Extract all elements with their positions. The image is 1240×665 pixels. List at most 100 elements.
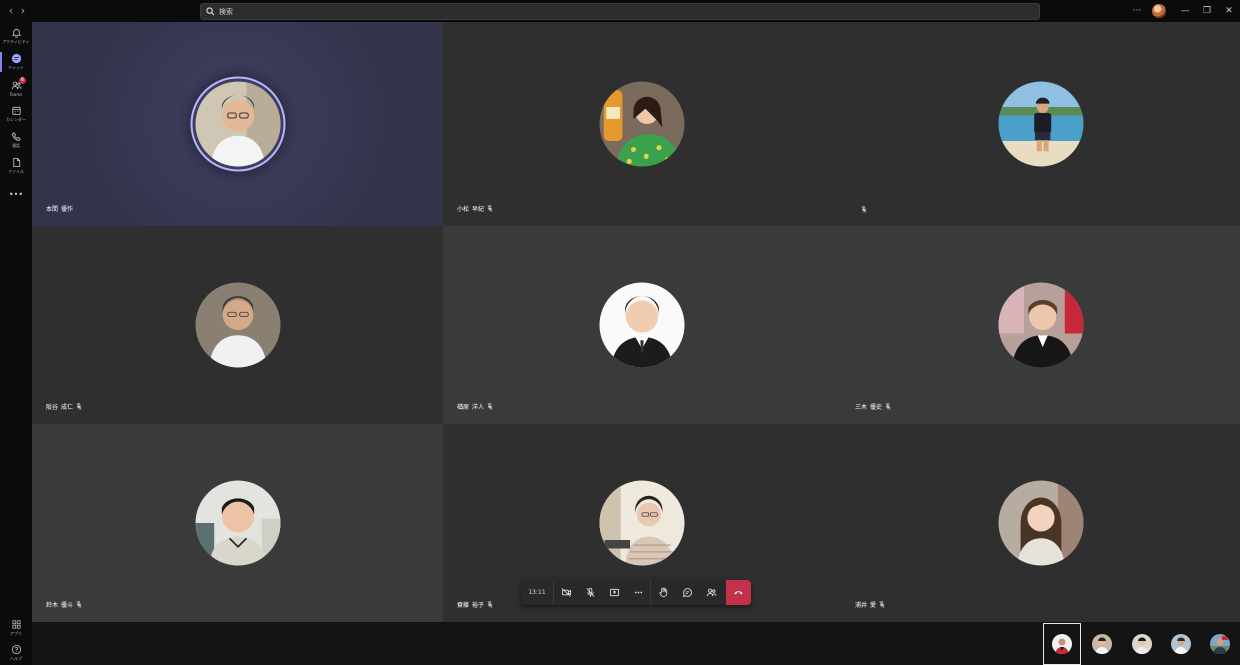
participant-name: 本間 優作 — [46, 206, 74, 213]
mic-off-icon — [487, 601, 493, 608]
participant-avatar — [998, 81, 1083, 167]
help-icon — [11, 644, 21, 655]
participant-thumbnail[interactable] — [1201, 623, 1239, 665]
mic-off-button[interactable] — [578, 580, 602, 605]
video-grid: 本間 優作 小松 早紀 阪谷 成仁 楢原 洋人 三木 優史 鈴木 優斗 齋藤 裕… — [32, 22, 1240, 622]
rail-label: アクティビティ — [2, 39, 30, 44]
participant-name: 小松 早紀 — [457, 204, 493, 213]
video-tile[interactable]: 楢原 洋人 — [443, 226, 841, 424]
video-tile[interactable] — [841, 22, 1240, 226]
participant-avatar — [998, 282, 1083, 368]
calendar-icon — [11, 106, 21, 116]
mic-off-icon — [586, 587, 594, 597]
mic-off-icon — [879, 601, 885, 608]
participant-name: 齋藤 裕子 — [457, 600, 493, 609]
meeting-chat-button[interactable] — [675, 580, 699, 605]
participant-name: 楢原 洋人 — [457, 402, 493, 411]
rail-label: ヘルプ — [10, 656, 22, 661]
rail-item-apps[interactable]: アプリ — [0, 616, 32, 640]
thumbnail-avatar — [1092, 634, 1112, 654]
camera-off-icon — [561, 588, 571, 597]
search-icon — [206, 7, 215, 16]
camera-off-button[interactable] — [554, 580, 578, 605]
participant-thumbnail[interactable] — [1123, 623, 1161, 665]
close-icon[interactable]: ✕ — [1218, 0, 1240, 22]
profile-avatar[interactable] — [1152, 4, 1166, 18]
rail-label: Teams — [9, 91, 23, 97]
more-options-icon[interactable]: ··· — [1126, 0, 1148, 22]
call-duration: 13:11 — [528, 589, 546, 596]
participant-name — [855, 206, 867, 213]
mic-off-icon — [487, 205, 493, 212]
participant-thumbnail[interactable] — [1043, 623, 1081, 665]
rail-item-files[interactable]: ファイル — [0, 154, 32, 178]
participant-avatar — [599, 282, 685, 368]
rail-item-calls[interactable]: 通話 — [0, 128, 32, 152]
participant-thumbnail[interactable] — [1162, 623, 1200, 665]
call-controls: 13:11 — [521, 580, 751, 605]
video-tile[interactable]: 三木 優史 — [841, 226, 1240, 424]
mic-off-icon — [76, 403, 82, 410]
app-rail: アクティビティ チャット Teams 6 カレンダー 通話 ファイル ••• ア… — [0, 22, 32, 665]
chat-icon — [11, 53, 21, 64]
rail-label: 通話 — [12, 143, 20, 148]
thumbnail-avatar — [1052, 634, 1072, 654]
rail-label: アプリ — [10, 631, 22, 636]
thumbnail-avatar — [1132, 634, 1152, 654]
participant-avatar — [195, 282, 280, 368]
more-apps-icon[interactable]: ••• — [0, 182, 32, 206]
mic-off-icon — [861, 206, 867, 213]
participant-avatar — [599, 480, 685, 566]
hang-up-icon — [734, 591, 743, 595]
rail-item-help[interactable]: ヘルプ — [0, 641, 32, 665]
raise-hand-icon — [658, 587, 667, 597]
video-tile[interactable]: 浦井愛 — [841, 424, 1240, 622]
participant-avatar — [195, 81, 280, 167]
participant-name: 鈴木 優斗 — [46, 600, 82, 609]
participant-name: 阪谷 成仁 — [46, 402, 82, 411]
rail-label: カレンダー — [6, 117, 26, 122]
bell-icon — [11, 28, 21, 38]
video-tile[interactable]: 小松 早紀 — [443, 22, 841, 226]
search-input[interactable] — [219, 7, 1019, 16]
video-tile[interactable]: 本間 優作 — [32, 22, 443, 226]
mic-off-icon — [76, 601, 82, 608]
share-screen-button[interactable] — [602, 580, 626, 605]
hang-up-button[interactable] — [726, 580, 751, 605]
rail-item-calendar[interactable]: カレンダー — [0, 102, 32, 126]
more-icon — [634, 591, 642, 594]
file-icon — [12, 157, 20, 168]
participant-name: 浦井愛 — [855, 600, 885, 609]
thumbnail-avatar — [1171, 634, 1191, 654]
chat-bubble-icon — [682, 588, 692, 597]
people-icon — [706, 588, 716, 597]
video-tile[interactable]: 阪谷 成仁 — [32, 226, 443, 424]
notification-badge: 6 — [19, 77, 26, 84]
video-tile[interactable]: 鈴木 優斗 — [32, 424, 443, 622]
participant-thumbnail[interactable] — [1083, 623, 1121, 665]
apps-icon — [11, 620, 21, 629]
participant-avatar — [998, 480, 1083, 566]
share-screen-icon — [609, 588, 619, 597]
thumbnail-avatar — [1210, 634, 1230, 654]
raise-hand-button[interactable] — [651, 580, 675, 605]
restore-icon[interactable]: ❐ — [1196, 0, 1218, 22]
participant-avatar — [599, 81, 685, 167]
search-box[interactable] — [200, 3, 1040, 20]
rail-item-activity[interactable]: アクティビティ — [0, 24, 32, 48]
rail-item-teams[interactable]: Teams 6 — [0, 76, 32, 100]
rail-label: ファイル — [8, 169, 24, 174]
minimize-icon[interactable]: — — [1174, 0, 1196, 22]
rail-item-chat[interactable]: チャット — [0, 50, 32, 74]
participants-button[interactable] — [699, 580, 723, 605]
mic-off-icon — [487, 403, 493, 410]
more-actions-button[interactable] — [626, 580, 650, 605]
mic-off-icon — [885, 403, 891, 410]
rail-label: チャット — [8, 65, 24, 70]
participant-avatar — [195, 480, 280, 566]
title-bar: ‹ › ··· — ❐ ✕ — [0, 0, 1240, 22]
forward-arrow-icon[interactable]: › — [16, 3, 30, 19]
participant-strip — [32, 622, 1240, 665]
participant-name: 三木 優史 — [855, 402, 891, 411]
phone-icon — [11, 132, 21, 142]
